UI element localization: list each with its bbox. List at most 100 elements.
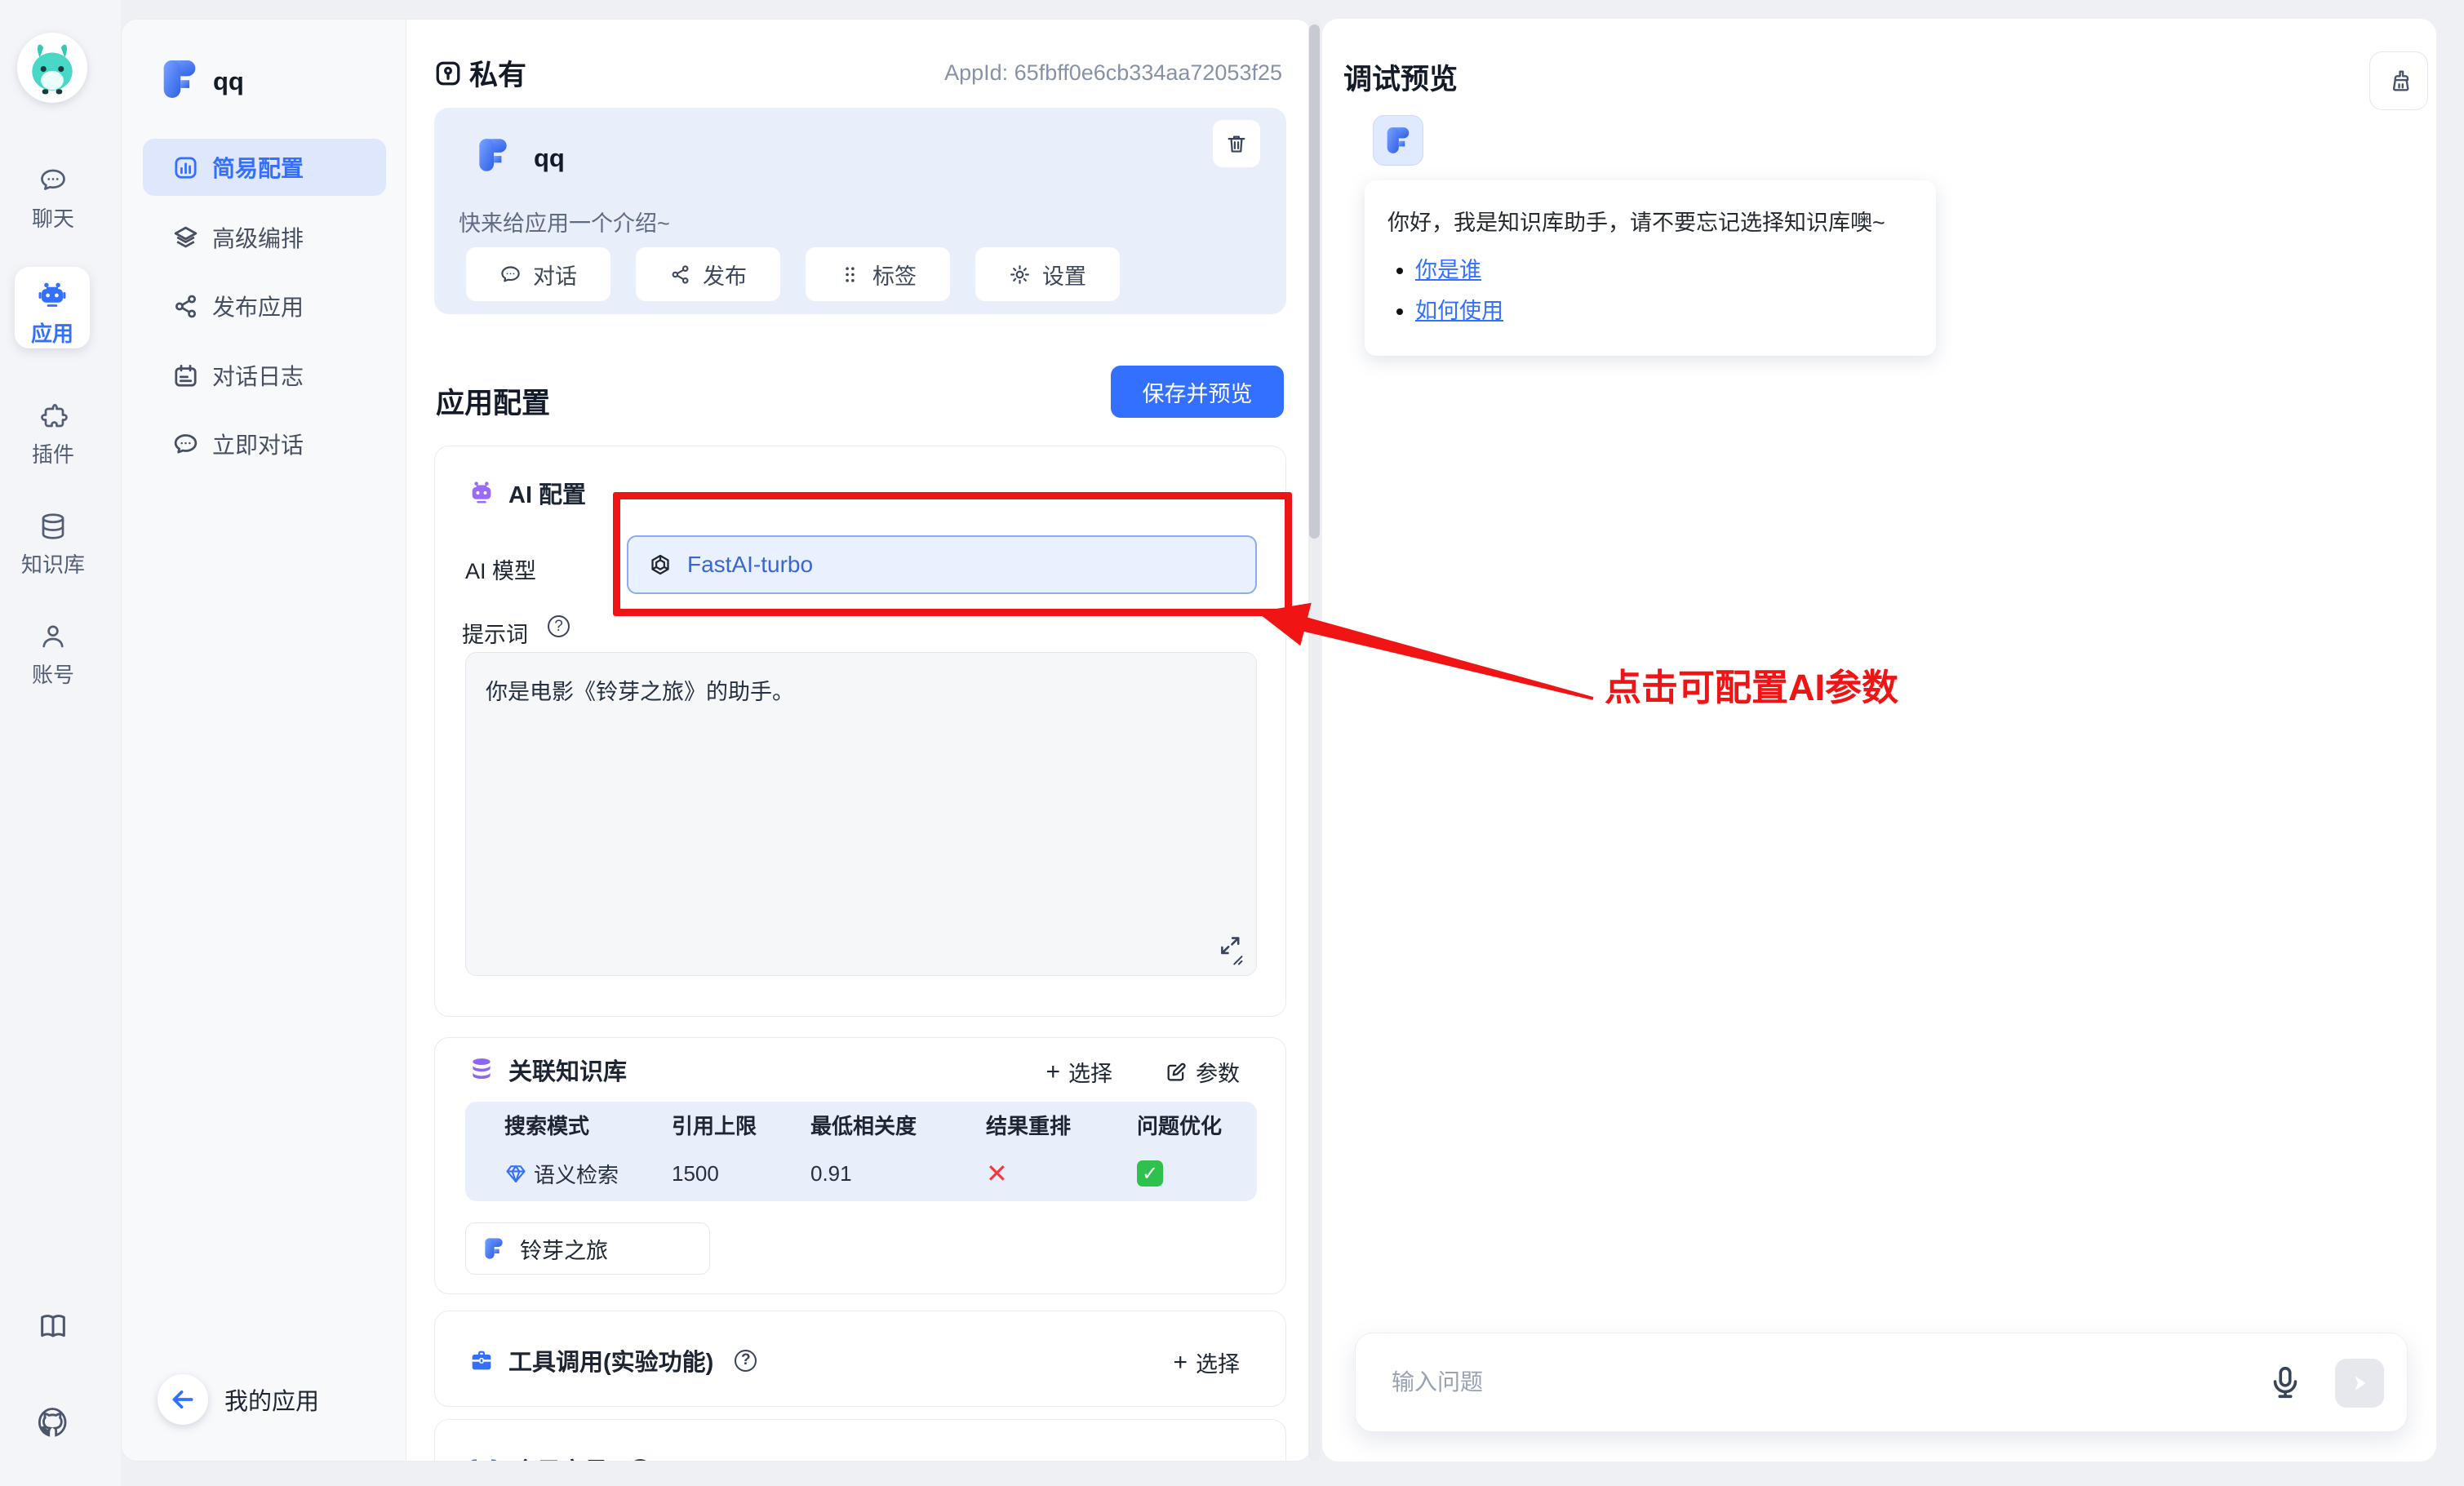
kb-params-button[interactable]: 参数 (1165, 1056, 1240, 1088)
docs-button[interactable] (0, 1311, 106, 1343)
button-label: 对话 (533, 259, 577, 291)
person-icon (38, 622, 68, 651)
robot-icon (468, 479, 495, 507)
app-description: 快来给应用一个介绍~ (459, 206, 670, 237)
database-icon (38, 512, 68, 541)
rail-label: 插件 (32, 438, 74, 468)
kb-dataset-tag[interactable]: 铃芽之旅 (465, 1222, 710, 1275)
send-button[interactable] (2335, 1359, 2384, 1408)
search-mode-cell: 语义检索 (504, 1159, 672, 1189)
sidebar-item-simple-config[interactable]: 简易配置 (143, 139, 386, 196)
question-input[interactable] (1392, 1333, 2249, 1431)
dots-grid-icon (839, 264, 861, 286)
sidebar-item-label: 发布应用 (212, 290, 304, 322)
tools-select-button[interactable]: + 选择 (1173, 1346, 1240, 1378)
rerank-disabled-icon: ✕ (986, 1158, 1137, 1189)
app-name: qq (213, 67, 244, 96)
prompt-textarea[interactable]: 你是电影《铃芽之旅》的助手。 (465, 652, 1257, 976)
query-optimize-enabled-icon[interactable]: ✓ (1137, 1160, 1163, 1187)
publish-action-button[interactable]: 发布 (636, 247, 780, 301)
expand-icon[interactable] (1217, 933, 1245, 965)
prompt-text: 你是电影《铃芽之旅》的助手。 (486, 680, 794, 704)
suggested-question-link[interactable]: 你是谁 (1415, 258, 1481, 282)
global-vars-section-header: {x} 全局变量 ? (468, 1453, 651, 1462)
sidebar-item-label: 对话日志 (212, 359, 304, 392)
semantic-search-icon (504, 1162, 527, 1185)
github-button[interactable] (0, 1405, 106, 1439)
chat-bubble-icon (38, 166, 68, 195)
sidebar-item-publish-app[interactable]: 发布应用 (143, 277, 386, 335)
database-icon (468, 1056, 495, 1084)
back-to-my-apps[interactable]: 我的应用 (158, 1374, 319, 1425)
clear-chat-button[interactable] (2369, 51, 2428, 110)
app-logo (473, 135, 513, 175)
page-title: 应用配置 (436, 380, 550, 422)
global-vars-add-button[interactable]: + 新增 (1173, 1456, 1240, 1462)
ai-config-section-header: AI 配置 (468, 476, 586, 510)
welcome-text: 你好，我是知识库助手，请不要忘记选择知识库噢~ (1387, 205, 1913, 237)
app-card-name: qq (534, 144, 565, 173)
share-icon (669, 264, 691, 286)
app-id: AppId: 65fbff0e6cb334aa72053f25 (944, 60, 1282, 86)
app-logo (481, 1235, 507, 1262)
dataset-name: 铃芽之旅 (520, 1233, 608, 1265)
preview-title: 调试预览 (1343, 56, 1458, 98)
knowledge-base-card: 关联知识库 + 选择 参数 搜索模式 引用上限 最低相关度 (434, 1037, 1286, 1294)
help-icon[interactable]: ? (629, 1459, 651, 1462)
variable-icon: {x} (468, 1456, 500, 1462)
kb-table-header: 搜索模式 引用上限 最低相关度 结果重排 问题优化 (504, 1102, 1257, 1147)
app-info-card: qq 快来给应用一个介绍~ 对话 (434, 108, 1286, 314)
suggested-question-link[interactable]: 如何使用 (1415, 299, 1503, 323)
rail-item-chat[interactable]: 聊天 (0, 166, 106, 233)
prompt-label: 提示词 (462, 617, 528, 649)
sidebar-item-label: 高级编排 (212, 221, 304, 254)
tags-action-button[interactable]: 标签 (806, 247, 950, 301)
delete-app-button[interactable] (1213, 120, 1260, 167)
microphone-icon[interactable] (2266, 1364, 2304, 1401)
mascot-avatar-image (22, 38, 82, 98)
broom-icon (2386, 68, 2412, 94)
back-arrow-icon[interactable] (158, 1374, 208, 1425)
settings-action-button[interactable]: 设置 (975, 247, 1120, 301)
debug-preview-panel: 调试预览 你好，我是知识库助手，请不要忘记选择知识库噢~ 你是谁 如何使用 (1322, 19, 2436, 1462)
visibility-label: 私有 (469, 52, 526, 94)
bot-avatar (1373, 115, 1423, 166)
share-nodes-icon (172, 293, 199, 320)
kb-select-button[interactable]: + 选择 (1046, 1056, 1112, 1088)
robot-icon (37, 280, 68, 311)
rail-item-plugins[interactable]: 插件 (0, 401, 106, 468)
kb-section-header: 关联知识库 (468, 1053, 627, 1087)
rail-item-apps-selected[interactable]: 应用 (15, 267, 90, 348)
welcome-message-bubble: 你好，我是知识库助手，请不要忘记选择知识库噢~ 你是谁 如何使用 (1365, 180, 1936, 356)
annotation-text: 点击可配置AI参数 (1605, 658, 1898, 711)
user-avatar[interactable] (17, 33, 87, 103)
app-logo (156, 55, 203, 103)
section-title: 关联知识库 (508, 1053, 627, 1087)
workspace-panel: qq 简易配置 高级编排 (121, 19, 1312, 1462)
plus-icon: + (1046, 1060, 1060, 1085)
save-preview-button[interactable]: 保存并预览 (1111, 366, 1284, 418)
button-label: 参数 (1196, 1056, 1240, 1088)
sidebar-item-advanced-orchestration[interactable]: 高级编排 (143, 209, 386, 266)
tools-section-header: 工具调用(实验功能) ? (468, 1343, 757, 1377)
left-rail: 聊天 应用 插件 (0, 0, 121, 1486)
button-label: 标签 (872, 259, 917, 291)
app-actions: 对话 发布 (466, 247, 1120, 301)
trash-icon (1225, 132, 1248, 155)
help-icon[interactable]: ? (548, 615, 570, 637)
openai-icon (648, 552, 673, 577)
global-vars-card: {x} 全局变量 ? + 新增 (434, 1419, 1286, 1462)
sidebar-item-chat-now[interactable]: 立即对话 (143, 415, 386, 472)
rail-item-knowledge[interactable]: 知识库 (0, 512, 106, 579)
ai-config-card: AI 配置 AI 模型 FastAI-turbo 提示词 ? 你是电影《铃芽之旅… (434, 446, 1286, 1017)
chat-action-button[interactable]: 对话 (466, 247, 610, 301)
sidebar-item-chat-logs[interactable]: 对话日志 (143, 347, 386, 404)
chat-bubble-icon (172, 431, 199, 458)
scrollbar-thumb[interactable] (1309, 24, 1320, 539)
sidebar-item-label: 立即对话 (212, 428, 304, 460)
chat-input-bar (1355, 1333, 2408, 1432)
rail-item-account[interactable]: 账号 (0, 622, 106, 689)
help-icon[interactable]: ? (735, 1350, 757, 1372)
rail-label: 知识库 (21, 548, 85, 579)
ai-model-select[interactable]: FastAI-turbo (627, 535, 1257, 594)
